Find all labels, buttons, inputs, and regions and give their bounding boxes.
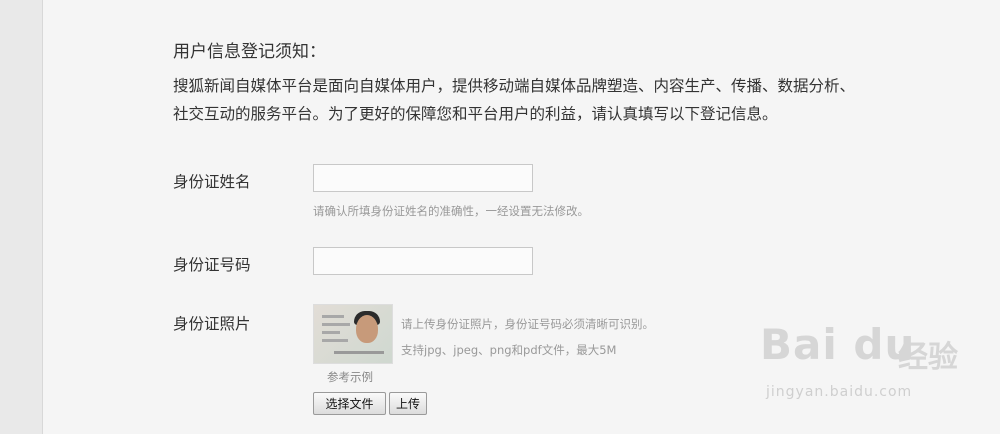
id-photo-label: 身份证照片 [173, 315, 251, 333]
watermark-url: jingyan.baidu.com [766, 384, 913, 400]
notice-body: 搜狐新闻自媒体平台是面向自媒体用户，提供移动端自媒体品牌塑造、内容生产、传播、数… [173, 77, 856, 123]
sample-caption: 参考示例 [327, 370, 373, 384]
watermark-brand-cn: 经验 [898, 340, 958, 375]
id-name-hint: 请确认所填身份证姓名的准确性，一经设置无法修改。 [313, 204, 589, 218]
watermark-brand: Bai du [760, 320, 916, 369]
id-photo-sample-image [313, 304, 393, 364]
baidu-jingyan-watermark: Bai du 经验 jingyan.baidu.com [760, 320, 990, 420]
id-number-input[interactable] [313, 247, 533, 275]
page-left-gutter [0, 0, 42, 434]
id-number-label: 身份证号码 [173, 256, 251, 274]
id-name-input[interactable] [313, 164, 533, 192]
notice-title: 用户信息登记须知： [173, 42, 326, 62]
choose-file-button[interactable]: 选择文件 [313, 392, 386, 415]
id-photo-hint-format: 支持jpg、jpeg、png和pdf文件，最大5M [401, 343, 617, 357]
id-photo-hint-requirement: 请上传身份证照片，身份证号码必须清晰可识别。 [401, 317, 654, 331]
upload-button[interactable]: 上传 [389, 392, 427, 415]
id-name-label: 身份证姓名 [173, 173, 251, 191]
